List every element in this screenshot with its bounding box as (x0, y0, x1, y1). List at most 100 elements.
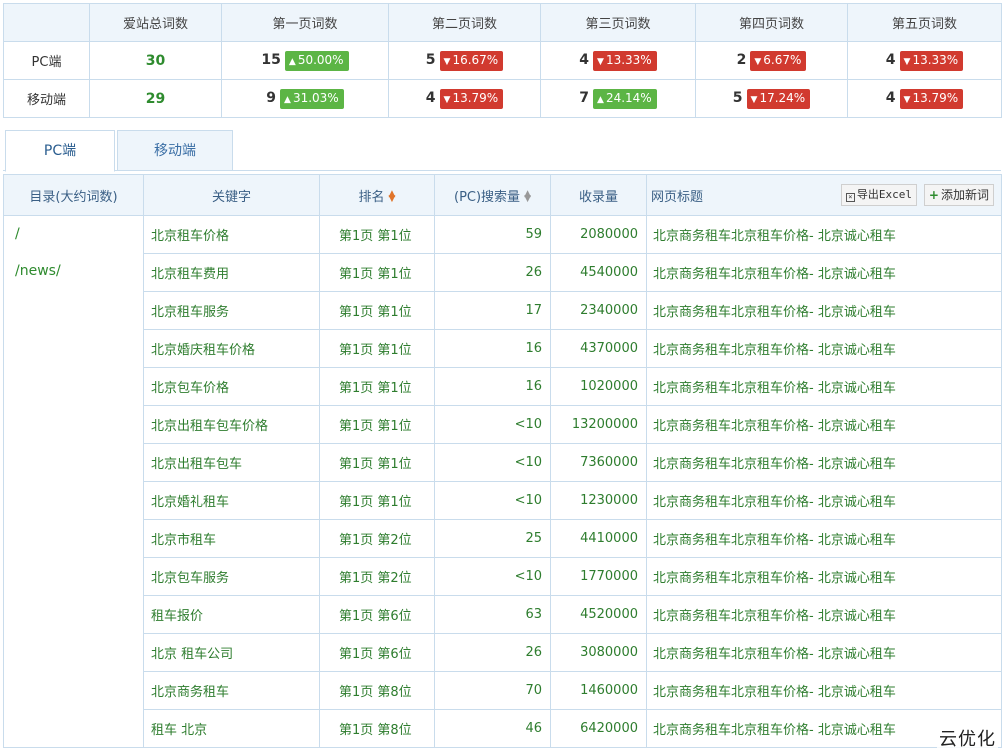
summary-table: 爱站总词数 第一页词数 第二页词数 第三页词数 第四页词数 第五页词数 PC端 3… (3, 3, 1002, 118)
header-search-volume[interactable]: (PC)搜索量 ▲ ▼ (434, 174, 551, 216)
keyword-link[interactable]: 北京租车费用 (143, 253, 320, 292)
keyword-link[interactable]: 北京 租车公司 (143, 633, 320, 672)
page-count: 5 (425, 52, 436, 68)
summary-page-cell: 5 ▼ 16.67% (388, 41, 541, 80)
rank-cell: 第1页 第1位 (319, 215, 435, 254)
summary-header-page2: 第二页词数 (388, 3, 541, 42)
indexed-cell: 6420000 (550, 709, 647, 748)
rank-cell: 第1页 第8位 (319, 671, 435, 710)
change-badge: ▼ 6.67% (750, 50, 807, 71)
page-title-link[interactable]: 北京商务租车北京租车价格- 北京诚心租车 (646, 557, 1002, 596)
watermark: 云优化 (937, 725, 998, 751)
rank-cell: 第1页 第1位 (319, 253, 435, 292)
summary-page-cell: 7 ▲ 24.14% (540, 79, 696, 118)
keyword-link[interactable]: 北京租车服务 (143, 291, 320, 330)
keyword-link[interactable]: 北京出租车包车价格 (143, 405, 320, 444)
table-row: 北京出租车包车价格 第1页 第1位 <10 13200000 北京商务租车北京租车价格-… (4, 405, 1002, 444)
directory-link[interactable]: / (15, 222, 143, 259)
excel-icon: × (845, 193, 855, 202)
keyword-link[interactable]: 北京出租车包车 (143, 443, 320, 482)
summary-page-cell: 4 ▼ 13.33% (540, 41, 696, 80)
change-percent: 16.67% (452, 52, 499, 67)
keyword-link[interactable]: 北京包车服务 (143, 557, 320, 596)
indexed-cell: 1460000 (550, 671, 647, 710)
rank-cell: 第1页 第2位 (319, 519, 435, 558)
page-title-link[interactable]: 北京商务租车北京租车价格- 北京诚心租车 (646, 367, 1002, 406)
page-title-link[interactable]: 北京商务租车北京租车价格- 北京诚心租车 (646, 519, 1002, 558)
search-volume-cell: <10 (434, 405, 551, 444)
rank-cell: 第1页 第1位 (319, 405, 435, 444)
summary-row-label: PC端 (3, 41, 90, 80)
total-count: 29 (145, 90, 166, 107)
summary-page-cell: 2 ▼ 6.67% (695, 41, 848, 80)
change-percent: 6.67% (763, 52, 802, 67)
keyword-link[interactable]: 租车报价 (143, 595, 320, 634)
summary-page-cell: 4 ▼ 13.79% (847, 79, 1002, 118)
arrow-down-icon: ▼ (754, 56, 762, 67)
page-title-link[interactable]: 北京商务租车北京租车价格- 北京诚心租车 (646, 215, 1002, 254)
indexed-cell: 4540000 (550, 253, 647, 292)
summary-row: PC端 30 15 ▲ 50.00% 5 ▼ 16.67% 4 ▼ 13.33% 2 ▼ 6.67% 4 ▼ 1… (3, 41, 1002, 80)
indexed-cell: 4410000 (550, 519, 647, 558)
table-row: 北京出租车包车 第1页 第1位 <10 7360000 北京商务租车北京租车价格- 北京… (4, 443, 1002, 482)
page-title-link[interactable]: 北京商务租车北京租车价格- 北京诚心租车 (646, 443, 1002, 482)
keyword-link[interactable]: 北京婚庆租车价格 (143, 329, 320, 368)
summary-header-page3: 第三页词数 (540, 3, 696, 42)
export-excel-label: 导出Excel (856, 188, 912, 201)
keyword-link[interactable]: 租车 北京 (143, 709, 320, 748)
rank-cell: 第1页 第6位 (319, 595, 435, 634)
keyword-link[interactable]: 北京包车价格 (143, 367, 320, 406)
search-volume-cell: 46 (434, 709, 551, 748)
page-title-link[interactable]: 北京商务租车北京租车价格- 北京诚心租车 (646, 595, 1002, 634)
sort-icon[interactable]: ▲ ▼ (389, 190, 396, 204)
page-count: 4 (425, 90, 436, 106)
page-title-link[interactable]: 北京商务租车北京租车价格- 北京诚心租车 (646, 291, 1002, 330)
header-rank[interactable]: 排名 ▲ ▼ (319, 174, 435, 216)
header-directory: 目录(大约词数) (3, 174, 144, 216)
change-badge: ▲ 24.14% (593, 88, 657, 109)
change-badge: ▲ 50.00% (284, 50, 349, 71)
indexed-cell: 4520000 (550, 595, 647, 634)
keyword-link[interactable]: 北京婚礼租车 (143, 481, 320, 520)
rank-cell: 第1页 第1位 (319, 367, 435, 406)
arrow-down-icon: ▼ (597, 56, 604, 67)
add-keyword-button[interactable]: + 添加新词 (923, 184, 994, 206)
add-keyword-label: 添加新词 (940, 188, 989, 202)
change-badge: ▼ 13.33% (593, 50, 657, 71)
summary-header-row: 爱站总词数 第一页词数 第二页词数 第三页词数 第四页词数 第五页词数 (3, 3, 1002, 42)
search-volume-cell: 16 (434, 329, 551, 368)
page-title-link[interactable]: 北京商务租车北京租车价格- 北京诚心租车 (646, 633, 1002, 672)
header-page-title-label: 网页标题 (651, 189, 704, 205)
page-title-link[interactable]: 北京商务租车北京租车价格- 北京诚心租车 (646, 329, 1002, 368)
sort-icon[interactable]: ▲ ▼ (524, 190, 531, 204)
page-title-link[interactable]: 北京商务租车北京租车价格- 北京诚心租车 (646, 253, 1002, 292)
export-excel-button[interactable]: × 导出Excel (840, 184, 917, 206)
rank-cell: 第1页 第8位 (319, 709, 435, 748)
tab-mobile[interactable]: 移动端 (117, 130, 233, 171)
table-row: 北京包车价格 第1页 第1位 16 1020000 北京商务租车北京租车价格- 北京诚心… (4, 367, 1002, 406)
directory-link[interactable]: /news/ (15, 259, 143, 296)
keyword-link[interactable]: 北京市租车 (143, 519, 320, 558)
change-badge: ▼ 16.67% (439, 50, 504, 71)
indexed-cell: 1770000 (550, 557, 647, 596)
search-volume-cell: 25 (434, 519, 551, 558)
page-count: 4 (885, 90, 896, 106)
table-row: 北京商务租车 第1页 第8位 70 1460000 北京商务租车北京租车价格- 北京诚心… (4, 671, 1002, 710)
header-indexed: 收录量 (550, 174, 647, 216)
keyword-link[interactable]: 北京租车价格 (143, 215, 320, 254)
keyword-link[interactable]: 北京商务租车 (143, 671, 320, 710)
arrow-up-icon: ▲ (288, 56, 296, 67)
indexed-cell: 2340000 (550, 291, 647, 330)
search-volume-cell: 59 (434, 215, 551, 254)
tab-pc[interactable]: PC端 (5, 130, 115, 172)
page-title-link[interactable]: 北京商务租车北京租车价格- 北京诚心租车 (646, 481, 1002, 520)
table-row: 北京市租车 第1页 第2位 25 4410000 北京商务租车北京租车价格- 北京诚心租… (4, 519, 1002, 558)
header-rank-label: 排名 (358, 189, 385, 205)
table-row: 北京租车费用 第1页 第1位 26 4540000 北京商务租车北京租车价格- 北京诚心… (4, 253, 1002, 292)
page-title-link[interactable]: 北京商务租车北京租车价格- 北京诚心租车 (646, 671, 1002, 710)
device-tabs: PC端 移动端 (3, 129, 1001, 172)
page-title-link[interactable]: 北京商务租车北京租车价格- 北京诚心租车 (646, 405, 1002, 444)
rank-cell: 第1页 第1位 (319, 291, 435, 330)
change-badge: ▼ 13.79% (899, 88, 964, 109)
arrow-down-icon: ▼ (903, 56, 911, 67)
